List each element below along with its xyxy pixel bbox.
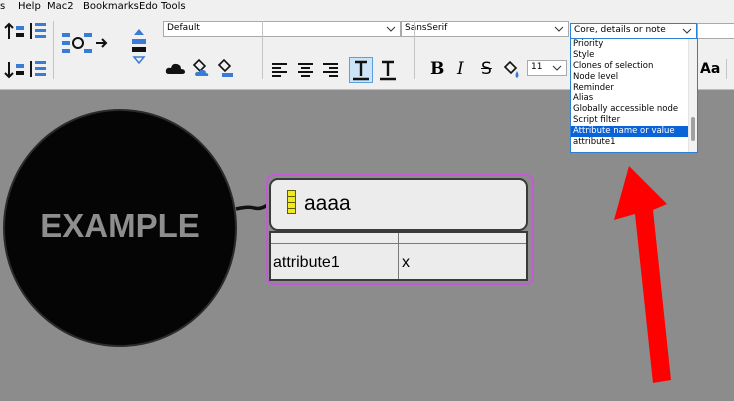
menu-bar: s Help Mac2 Bookmarks Edo Tools: [0, 0, 734, 15]
toolbar-overflow-edge: [726, 59, 734, 79]
dropdown-option-clones[interactable]: Clones of selection: [571, 61, 697, 72]
chevron-down-icon: [552, 65, 562, 71]
font-family-combo[interactable]: SansSerif: [401, 21, 569, 37]
menu-item-help[interactable]: Help: [18, 1, 41, 12]
child-node-text: aaaa: [304, 192, 351, 215]
font-family-value: SansSerif: [405, 23, 448, 33]
move-down-icon[interactable]: [4, 59, 26, 81]
align-left-icon[interactable]: [271, 62, 289, 78]
dropdown-option-alias[interactable]: Alias: [571, 93, 697, 104]
cloud-color-icon[interactable]: [191, 57, 211, 79]
dropdown-scrollbar[interactable]: [688, 39, 697, 152]
text-top-icon: [353, 60, 369, 81]
text-color-icon[interactable]: [502, 59, 522, 81]
attribute-value-cell[interactable]: x: [402, 254, 410, 272]
search-field[interactable]: [697, 23, 734, 39]
align-center-icon[interactable]: [297, 62, 315, 78]
chevron-down-icon: [682, 28, 692, 34]
dropdown-option-style[interactable]: Style: [571, 50, 697, 61]
background-color-icon[interactable]: [216, 57, 236, 79]
bar-chart-icon: [287, 190, 296, 214]
toolbar-separator: [262, 21, 263, 79]
filter-combo-value: Core, details or note: [574, 25, 666, 35]
menu-item-mac2[interactable]: Mac2: [47, 1, 74, 12]
chevron-down-icon: [386, 26, 396, 32]
chevron-down-icon: [554, 26, 564, 32]
italic-button[interactable]: I: [457, 59, 464, 79]
sort-nodes-icon[interactable]: [28, 21, 48, 43]
root-node-text: EXAMPLE: [40, 207, 200, 244]
dropdown-option-priority[interactable]: Priority: [571, 39, 697, 50]
style-combo[interactable]: Default: [163, 21, 401, 37]
dropdown-option-attribute1[interactable]: attribute1: [571, 137, 697, 148]
font-size-combo[interactable]: 11: [527, 60, 567, 76]
filter-combo[interactable]: Core, details or note: [570, 23, 697, 39]
attribute-name-cell[interactable]: attribute1: [273, 254, 340, 272]
cloud-icon[interactable]: [165, 61, 187, 77]
style-combo-value: Default: [167, 23, 200, 33]
change-case-button[interactable]: Aa: [700, 59, 720, 79]
menu-item-tools-partial[interactable]: s: [0, 1, 5, 12]
align-right-icon[interactable]: [322, 62, 340, 78]
menu-item-bookmarks[interactable]: Bookmarks: [83, 1, 139, 12]
font-size-value: 11: [531, 62, 543, 72]
attribute-header-divider: [398, 233, 399, 244]
auto-layout-icon[interactable]: [60, 30, 112, 64]
dropdown-option-global-node[interactable]: Globally accessible node: [571, 104, 697, 115]
annotation-arrow: [614, 166, 671, 383]
attribute-table[interactable]: attribute1 x: [269, 231, 528, 281]
node-position-icon[interactable]: [126, 27, 152, 67]
dropdown-option-script-filter[interactable]: Script filter: [571, 115, 697, 126]
text-position-active-button[interactable]: [349, 57, 373, 83]
move-up-icon[interactable]: [4, 21, 26, 43]
filter-dropdown-list[interactable]: Priority Style Clones of selection Node …: [570, 38, 698, 153]
bold-button[interactable]: B: [430, 59, 444, 79]
dropdown-option-attribute-name-or-value[interactable]: Attribute name or value: [571, 126, 697, 138]
attribute-column-divider: [398, 244, 399, 279]
dropdown-option-reminder[interactable]: Reminder: [571, 83, 697, 94]
strikethrough-button[interactable]: S: [481, 59, 492, 79]
dropdown-option-node-level[interactable]: Node level: [571, 72, 697, 83]
menu-item-edo-tools[interactable]: Edo Tools: [139, 1, 186, 12]
dropdown-scroll-thumb[interactable]: [691, 117, 695, 141]
sort-nodes-reverse-icon[interactable]: [28, 59, 48, 81]
toolbar-separator: [53, 21, 54, 79]
text-bottom-icon[interactable]: [377, 59, 399, 83]
toolbar-separator: [414, 21, 415, 79]
